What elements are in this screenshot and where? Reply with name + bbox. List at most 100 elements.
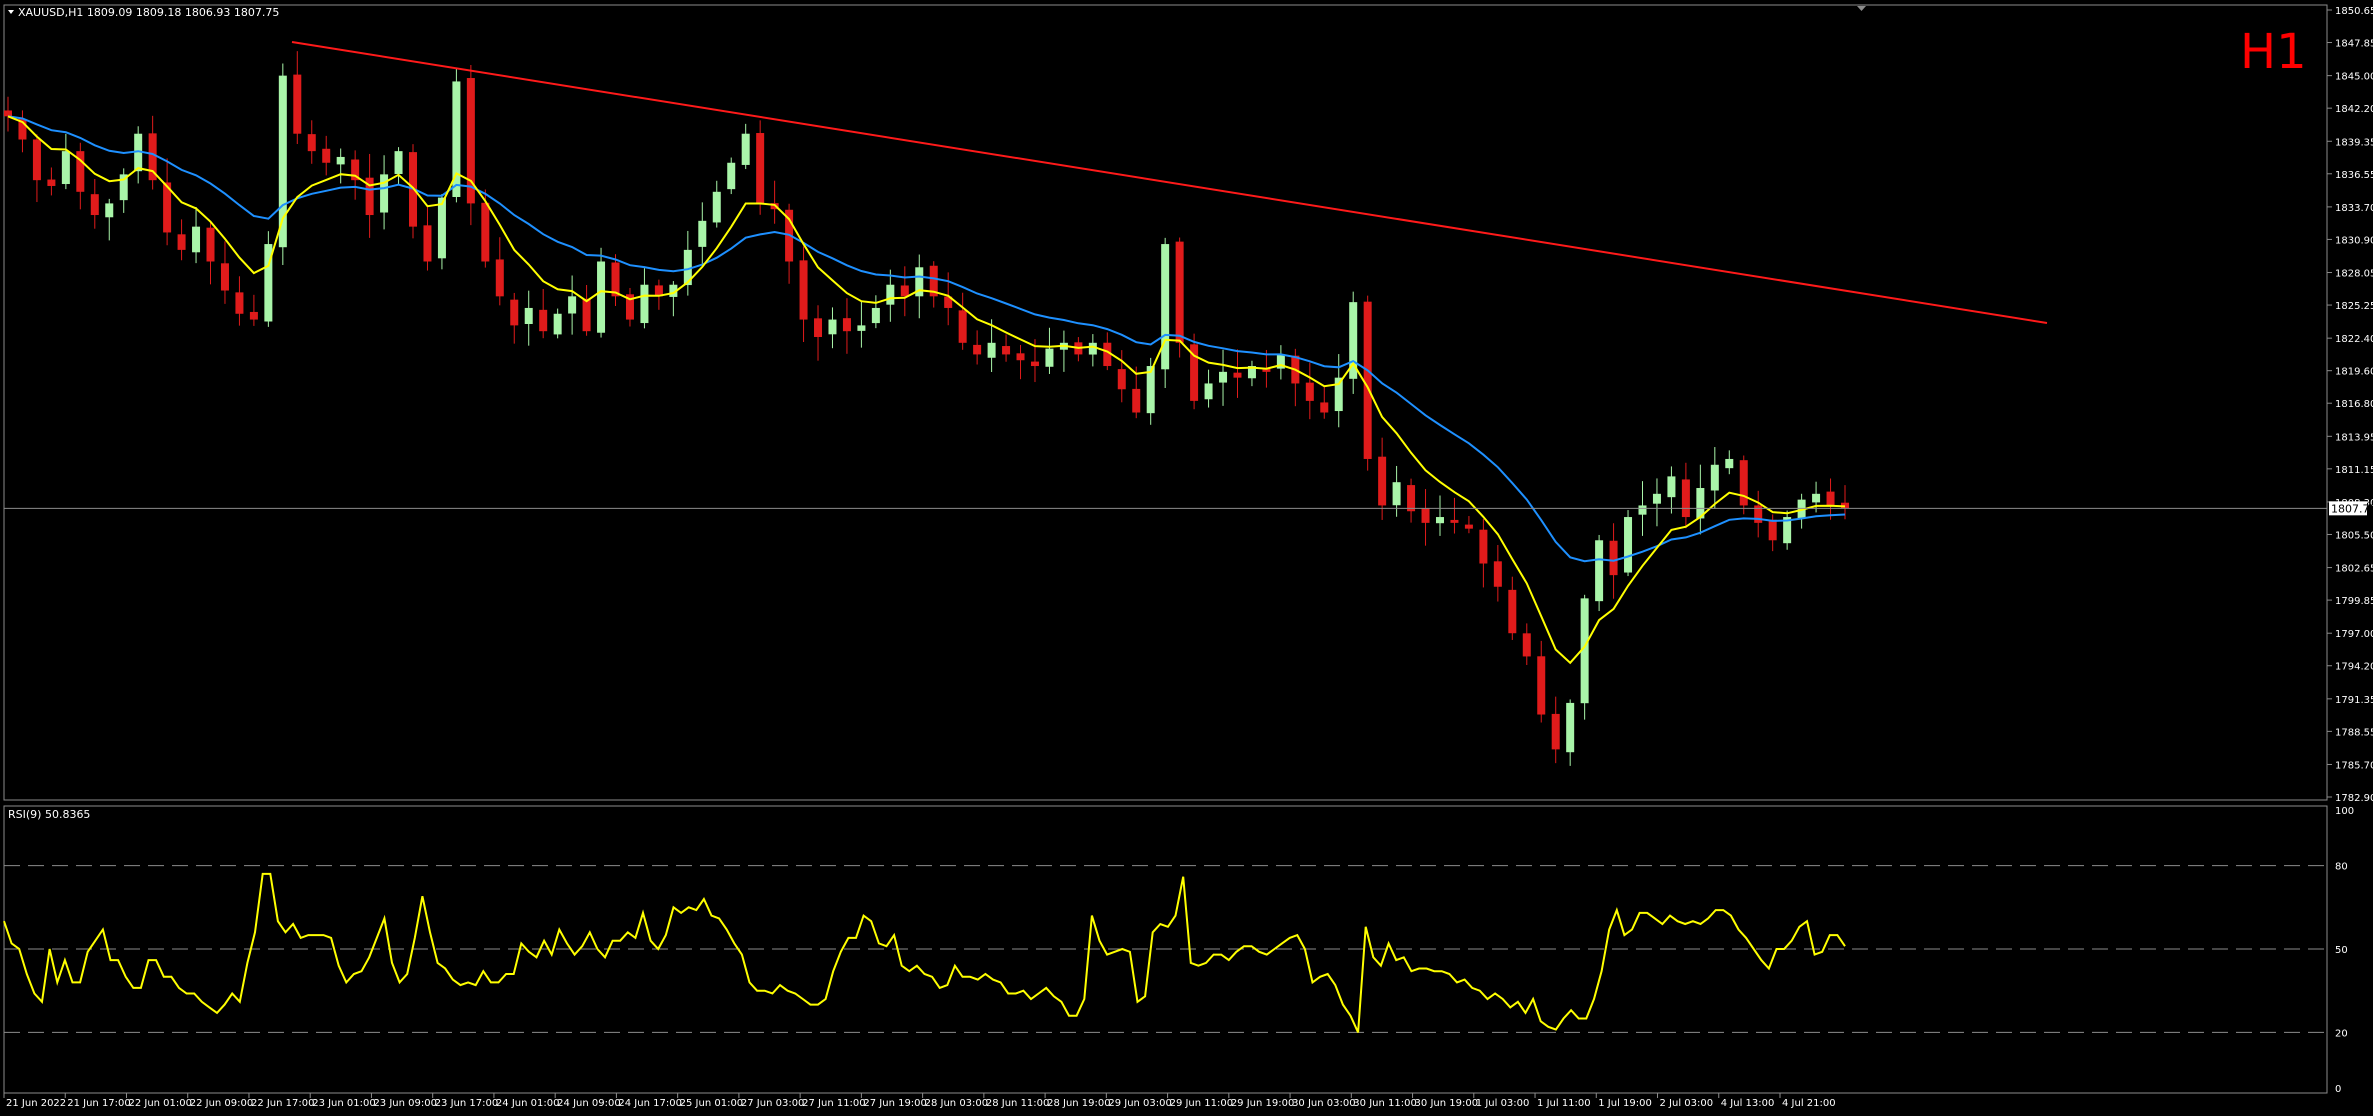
svg-text:1807.75: 1807.75 [2331,502,2373,515]
time-tick-label: 1 Jul 11:00 [1537,1098,1591,1109]
candle-body [336,156,345,165]
candle-body [828,319,837,335]
candle-body [1045,348,1054,367]
candle-body [1421,508,1430,523]
price-tick-label: 1785.70 [2335,760,2373,771]
candle-body [973,344,982,355]
candle-body [32,139,41,181]
time-tick-label: 27 Jun 19:00 [863,1098,927,1109]
candle-body [1725,458,1734,469]
rsi-tick-label: 100 [2335,806,2354,817]
candle-body [235,292,244,314]
candle-body [423,225,432,262]
price-tick-label: 1813.95 [2335,432,2373,443]
candle-body [582,298,591,332]
time-tick-label: 4 Jul 21:00 [1782,1098,1836,1109]
candle-body [871,307,880,324]
time-tick-label: 24 Jun 17:00 [618,1098,682,1109]
candle-body [1363,301,1372,459]
time-tick-label: 27 Jun 03:00 [741,1098,805,1109]
candle-body [727,162,736,190]
price-tick-label: 1847.85 [2335,39,2373,50]
time-tick-label: 24 Jun 09:00 [557,1098,621,1109]
candle-body [900,285,909,297]
candle-body [1667,476,1676,498]
time-tick-label: 29 Jun 19:00 [1231,1098,1295,1109]
candle-body [322,148,331,163]
price-tick-label: 1850.65 [2335,6,2373,17]
candle-body [958,310,967,343]
price-tick-label: 1825.25 [2335,301,2373,312]
time-tick-label: 1 Jul 03:00 [1476,1098,1530,1109]
candle-body [1030,361,1039,367]
candle-body [1739,460,1748,506]
price-tick-label: 1833.70 [2335,203,2373,214]
candle-body [293,74,302,134]
price-tick-label: 1799.85 [2335,596,2373,607]
candle-body [1537,656,1546,715]
symbol-info-label: XAUUSD,H1 1809.09 1809.18 1806.93 1807.7… [18,6,279,19]
candle-body [756,133,765,204]
candle-body [510,299,519,326]
time-tick-label: 1 Jul 19:00 [1598,1098,1652,1109]
candle-body [1551,713,1560,750]
candle-body [1132,388,1141,413]
trading-chart[interactable]: 1850.65 1847.85 1845.00 1842.20 1839.35 1836.… [0,0,2373,1116]
candle-body [1435,517,1444,524]
candle-body [1812,493,1821,503]
candle-body [1826,491,1835,506]
time-tick-label: 4 Jul 13:00 [1721,1098,1775,1109]
price-tick-label: 1797.00 [2335,629,2373,640]
price-tick-label: 1819.60 [2335,367,2373,378]
candle-body [394,151,403,174]
candle-body [437,197,446,259]
time-tick-label: 21 Jun 2022 [6,1098,66,1109]
candle-body [1522,633,1531,657]
time-tick-label: 24 Jun 01:00 [496,1098,560,1109]
time-tick-label: 29 Jun 03:00 [1108,1098,1172,1109]
time-tick-label: 28 Jun 03:00 [925,1098,989,1109]
time-tick-label: 30 Jun 03:00 [1292,1098,1356,1109]
candle-body [1016,353,1025,361]
price-tick-label: 1828.05 [2335,269,2373,280]
candle-body [220,263,229,291]
time-tick-label: 21 Jun 17:00 [67,1098,131,1109]
candle-body [1175,241,1184,343]
candle-body [1117,369,1126,390]
candle-body [1638,505,1647,515]
time-tick-label: 22 Jun 01:00 [128,1098,192,1109]
candle-body [597,261,606,333]
price-tick-label: 1839.35 [2335,137,2373,148]
candle-body [307,134,316,152]
time-tick-label: 30 Jun 11:00 [1353,1098,1417,1109]
candle-body [1479,529,1488,564]
candle-body [1450,519,1459,523]
candle-body [495,259,504,297]
candle-body [481,202,490,262]
candle-body [1002,346,1011,355]
candle-body [741,133,750,165]
candle-body [47,179,56,186]
candle-body [1161,244,1170,370]
candle-body [1464,524,1473,529]
time-tick-label: 22 Jun 17:00 [251,1098,315,1109]
candle-body [90,194,99,216]
candle-body [539,309,548,332]
price-tick-label: 1822.40 [2335,334,2373,345]
candle-body [857,325,866,331]
price-tick-label: 1842.20 [2335,104,2373,115]
price-tick-label: 1830.90 [2335,235,2373,246]
candle-body [105,203,114,218]
candle-body [1710,464,1719,491]
candle-body [886,284,895,305]
candle-body [1088,342,1097,355]
candle-body [177,234,186,250]
candle-body [1595,540,1604,602]
rsi-tick-label: 50 [2335,945,2348,956]
candle-body [1233,372,1242,378]
time-tick-label: 23 Jun 09:00 [373,1098,437,1109]
candle-body [1407,485,1416,512]
candle-body [1378,456,1387,506]
candle-body [1320,402,1329,413]
candle-body [249,311,258,320]
